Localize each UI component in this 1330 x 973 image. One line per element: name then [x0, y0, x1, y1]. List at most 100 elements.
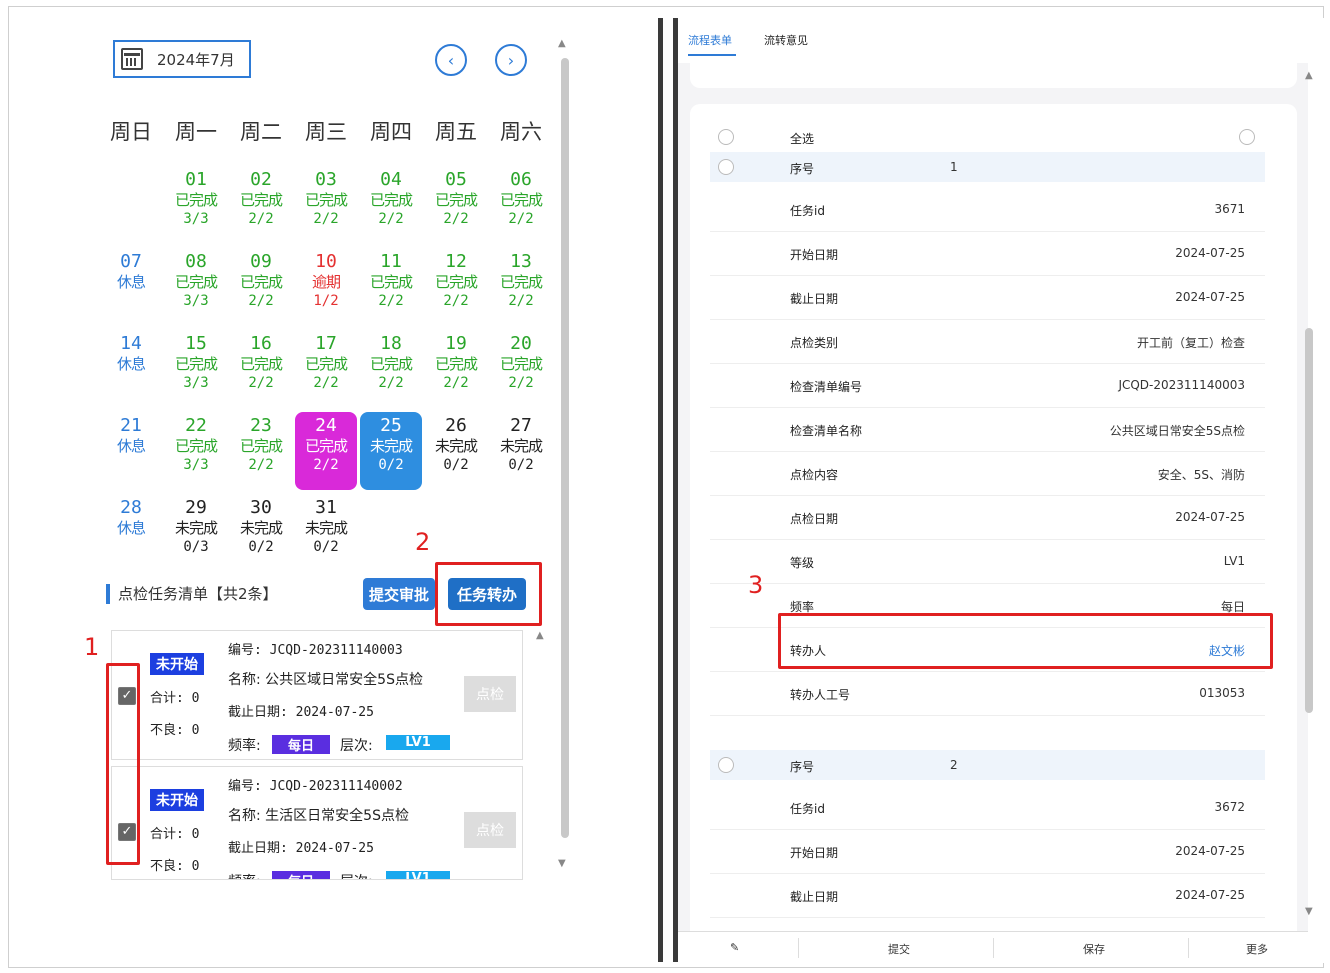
scroll-up-arrow-icon[interactable]: ▲ [558, 38, 566, 49]
calendar-day[interactable]: 08 已完成 3/3 [165, 248, 227, 326]
submit-approval-button[interactable]: 提交审批 [363, 578, 435, 610]
field-label: 检查清单编号 [790, 380, 863, 394]
day-number: 25 [380, 415, 402, 436]
tab-process-form[interactable]: 流程表单 [688, 32, 732, 48]
inspect-button[interactable]: 点检 [464, 676, 516, 712]
list-scroll-up-icon[interactable]: ▲ [536, 630, 544, 641]
day-status: 已完成 [304, 355, 348, 373]
calendar-day[interactable]: 06 已完成 2/2 [490, 166, 552, 244]
day-status: 已完成 [174, 191, 218, 209]
day-status: 未完成 [499, 437, 543, 455]
calendar-day[interactable]: 04 已完成 2/2 [360, 166, 422, 244]
save-button[interactable]: 保存 [1083, 941, 1105, 957]
day-status: 已完成 [174, 355, 218, 373]
checklist-code: 编号: JCQD-202311140002 [228, 779, 403, 794]
annotation-box-1 [106, 663, 140, 865]
calendar-day[interactable]: 01 已完成 3/3 [165, 166, 227, 244]
day-count: 2/2 [378, 211, 404, 227]
calendar-day[interactable]: 16 已完成 2/2 [230, 330, 292, 408]
calendar-day[interactable]: 13 已完成 2/2 [490, 248, 552, 326]
day-status: 未完成 [174, 519, 218, 537]
scroll-down-arrow-icon[interactable]: ▼ [558, 858, 566, 869]
deadline: 截止日期: 2024-07-25 [228, 841, 374, 856]
calendar-day[interactable]: 02 已完成 2/2 [230, 166, 292, 244]
detail-panel: 流程表单 流转意见 全选 序号 1 任务id 3671 开始日期 2024-07-25 截止日… [678, 18, 1324, 963]
right-scrollbar[interactable] [1305, 328, 1313, 713]
task-list-header: 点检任务清单【共2条】 [106, 583, 278, 604]
right-scroll-down-icon[interactable]: ▼ [1305, 906, 1313, 917]
row-radio[interactable] [718, 757, 734, 773]
inspect-button[interactable]: 点检 [464, 812, 516, 848]
calendar-day[interactable]: 31 未完成 0/2 [295, 494, 357, 572]
day-number: 29 [185, 497, 207, 518]
calendar-day[interactable]: 09 已完成 2/2 [230, 248, 292, 326]
submit-button[interactable]: 提交 [888, 941, 910, 957]
separator [993, 938, 994, 958]
month-picker[interactable]: 2024年7月 [113, 40, 251, 78]
calendar-day[interactable]: 23 已完成 2/2 [230, 412, 292, 490]
day-number: 24 [315, 415, 337, 436]
more-button[interactable]: 更多 [1246, 941, 1268, 957]
day-count: 0/2 [443, 457, 469, 473]
calendar-day[interactable]: 05 已完成 2/2 [425, 166, 487, 244]
calendar-day[interactable]: 17 已完成 2/2 [295, 330, 357, 408]
day-count: 0/2 [378, 457, 404, 473]
field-label: 检查清单名称 [790, 424, 863, 438]
edit-icon[interactable]: ✎ [730, 941, 739, 954]
field-value: 013053 [1199, 686, 1245, 700]
level-pill: LV1 [386, 735, 450, 750]
tab-flow-opinions[interactable]: 流转意见 [764, 32, 808, 48]
calendar-day[interactable]: 29 未完成 0/3 [165, 494, 227, 572]
right-scroll-up-icon[interactable]: ▲ [1305, 70, 1313, 81]
calendar-day[interactable]: 12 已完成 2/2 [425, 248, 487, 326]
calendar-day[interactable]: 15 已完成 3/3 [165, 330, 227, 408]
calendar-day[interactable]: 30 未完成 0/2 [230, 494, 292, 572]
calendar-day[interactable]: 18 已完成 2/2 [360, 330, 422, 408]
calendar-day[interactable]: 22 已完成 3/3 [165, 412, 227, 490]
row-radio[interactable] [718, 159, 734, 175]
calendar-day[interactable]: 21 休息 [100, 412, 162, 490]
row-radio[interactable] [718, 129, 734, 145]
calendar-day[interactable]: 28 休息 [100, 494, 162, 572]
day-count: 0/3 [183, 539, 209, 555]
left-scrollbar[interactable] [561, 58, 569, 838]
calendar-day[interactable]: 24 已完成 2/2 [295, 412, 357, 490]
detail-row: 等级 LV1 [710, 540, 1265, 584]
day-status: 逾期 [311, 273, 341, 291]
calendar-day[interactable]: 20 已完成 2/2 [490, 330, 552, 408]
prev-month-button[interactable]: ‹ [435, 44, 467, 76]
day-number: 19 [445, 333, 467, 354]
calendar-day[interactable]: 19 已完成 2/2 [425, 330, 487, 408]
calendar-day[interactable]: 14 休息 [100, 330, 162, 408]
field-value: 3671 [1214, 202, 1245, 216]
day-number: 06 [510, 169, 532, 190]
field-label: 截止日期 [790, 890, 839, 904]
day-status: 未完成 [304, 519, 348, 537]
day-number: 26 [445, 415, 467, 436]
calendar-day[interactable]: 07 休息 [100, 248, 162, 326]
field-value: JCQD-202311140003 [1118, 378, 1245, 392]
field-value: 开工前（复工）检查 [1136, 336, 1245, 350]
day-status: 已完成 [239, 191, 283, 209]
next-month-button[interactable]: › [495, 44, 527, 76]
level-pill: LV1 [386, 871, 450, 879]
calendar-day[interactable]: 27 未完成 0/2 [490, 412, 552, 490]
calendar-day[interactable]: 10 逾期 1/2 [295, 248, 357, 326]
day-status: 休息 [116, 355, 146, 373]
day-status: 已完成 [239, 273, 283, 291]
calendar-day[interactable]: 03 已完成 2/2 [295, 166, 357, 244]
collapse-icon[interactable] [1239, 129, 1255, 145]
day-status: 休息 [116, 519, 146, 537]
field-value: 2024-07-25 [1175, 290, 1245, 304]
calendar-day[interactable]: 26 未完成 0/2 [425, 412, 487, 490]
task-card: 未开始 ✓ 合计: 0 不良: 0 编号: JCQD-202311140002 … [111, 766, 523, 880]
annotation-label-3: 3 [748, 571, 764, 599]
day-number: 21 [120, 415, 142, 436]
detail-tabs: 流程表单 流转意见 [678, 18, 1324, 58]
calendar-day[interactable]: 11 已完成 2/2 [360, 248, 422, 326]
day-status: 休息 [116, 273, 146, 291]
detail-row: 任务id 3671 [710, 188, 1265, 232]
day-status: 已完成 [174, 273, 218, 291]
calendar-day[interactable]: 25 未完成 0/2 [360, 412, 422, 490]
weekday-label: 周六 [500, 120, 542, 144]
